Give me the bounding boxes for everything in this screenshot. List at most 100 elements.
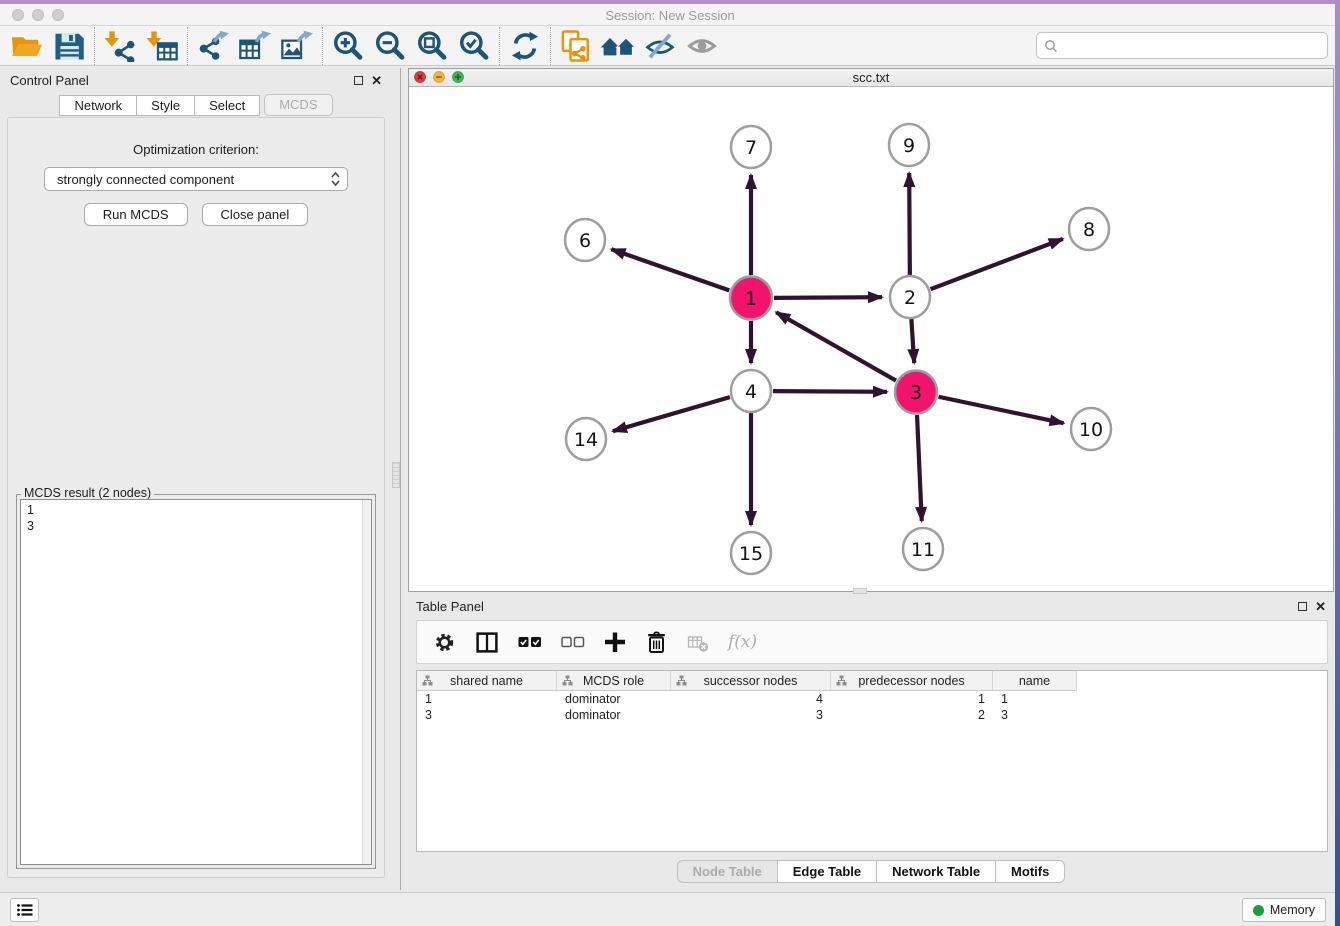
deselect-all-columns-button[interactable] (561, 636, 585, 648)
mcds-result-textarea[interactable]: 1 3 (20, 499, 372, 865)
cell-shared-name[interactable]: 3 (417, 707, 557, 723)
vertical-splitter-grip[interactable] (392, 462, 400, 488)
tab-style[interactable]: Style (137, 95, 195, 116)
graph-edge-4-14[interactable] (613, 397, 730, 431)
save-session-button[interactable] (48, 28, 90, 64)
svg-text:14: 14 (574, 429, 598, 451)
cell-predecessor-nodes[interactable]: 1 (831, 691, 993, 707)
graph-edge-4-3[interactable] (773, 391, 887, 392)
cell-name[interactable]: 3 (993, 707, 1077, 723)
search-input[interactable] (1059, 35, 1327, 57)
import-table-button[interactable] (141, 28, 183, 64)
export-image-button[interactable] (276, 28, 318, 64)
zoom-in-icon (331, 30, 365, 62)
window-title: Session: New Session (0, 8, 1340, 23)
column-header-mcds-role[interactable]: MCDS role (557, 671, 671, 691)
tab-node-table[interactable]: Node Table (677, 860, 778, 883)
zoom-in-button[interactable] (327, 28, 369, 64)
tab-select[interactable]: Select (195, 95, 260, 116)
refresh-button[interactable] (504, 28, 546, 64)
import-network-button[interactable] (99, 28, 141, 64)
table-tabs: Node Table Edge Table Network Table Moti… (408, 860, 1334, 883)
close-panel-icon[interactable]: ✕ (371, 76, 382, 85)
float-table-panel-icon[interactable] (1298, 602, 1307, 611)
run-mcds-button[interactable]: Run MCDS (84, 203, 188, 226)
memory-button[interactable]: Memory (1242, 898, 1326, 922)
first-neighbors-button[interactable] (597, 28, 639, 64)
graph-edge-1-2[interactable] (774, 297, 882, 298)
tab-network[interactable]: Network (59, 95, 137, 116)
tab-mcds[interactable]: MCDS (264, 94, 332, 116)
zoom-selected-button[interactable] (453, 28, 495, 64)
export-table-icon (237, 30, 273, 62)
graph-node-3[interactable]: 3 (895, 371, 937, 414)
cell-mcds-role[interactable]: dominator (557, 691, 671, 707)
node-table[interactable]: shared name MCDS role successor nodes pr… (416, 670, 1328, 852)
node-table-header: shared name MCDS role successor nodes pr… (417, 671, 1327, 691)
vertical-splitter[interactable] (400, 68, 401, 890)
tab-network-table[interactable]: Network Table (877, 860, 996, 883)
result-scrollbar[interactable] (362, 500, 371, 864)
graph-edge-3-11[interactable] (917, 415, 922, 521)
close-table-panel-icon[interactable]: ✕ (1315, 602, 1326, 611)
open-session-button[interactable] (6, 28, 48, 64)
column-header-name[interactable]: name (993, 671, 1077, 691)
graph-node-4[interactable]: 4 (731, 370, 771, 412)
network-canvas[interactable]: 7 9 6 8 1 2 4 3 14 10 15 11 (409, 87, 1333, 591)
graph-node-8[interactable]: 8 (1069, 208, 1109, 250)
zoom-fit-button[interactable] (411, 28, 453, 64)
cell-predecessor-nodes[interactable]: 2 (831, 707, 993, 723)
checked-boxes-icon (518, 636, 542, 648)
graph-node-14[interactable]: 14 (566, 418, 606, 460)
close-panel-button[interactable]: Close panel (202, 203, 309, 226)
optimization-criterion-select[interactable]: strongly connected component (44, 167, 348, 191)
float-panel-icon[interactable] (354, 76, 363, 85)
cell-successor-nodes[interactable]: 3 (671, 707, 831, 723)
hide-selected-button[interactable] (639, 28, 681, 64)
graph-edge-2-8[interactable] (931, 239, 1063, 289)
create-column-button[interactable] (604, 631, 626, 653)
network-window-titlebar[interactable]: scc.txt (409, 69, 1333, 87)
graph-node-11[interactable]: 11 (903, 528, 943, 570)
toolbar-separator (499, 27, 500, 65)
svg-text:11: 11 (911, 539, 935, 561)
svg-text:3: 3 (910, 382, 922, 404)
delete-column-button[interactable] (645, 630, 668, 654)
export-table-button[interactable] (234, 28, 276, 64)
column-header-predecessor-nodes[interactable]: predecessor nodes (831, 671, 993, 691)
graph-edge-2-3[interactable] (911, 319, 914, 363)
window-titlebar: Session: New Session (0, 4, 1340, 26)
graph-node-7[interactable]: 7 (731, 126, 771, 168)
zoom-out-button[interactable] (369, 28, 411, 64)
show-all-button[interactable] (681, 28, 723, 64)
graph-edge-3-10[interactable] (939, 397, 1064, 423)
table-settings-button[interactable] (433, 631, 456, 654)
duplicate-network-button[interactable] (555, 28, 597, 64)
graph-edge-2-9[interactable] (909, 173, 910, 275)
column-header-successor-nodes[interactable]: successor nodes (671, 671, 831, 691)
select-all-columns-button[interactable] (518, 636, 542, 648)
graph-node-1[interactable]: 1 (730, 277, 772, 320)
tab-motifs[interactable]: Motifs (996, 860, 1065, 883)
svg-text:9: 9 (903, 135, 915, 157)
export-network-button[interactable] (192, 28, 234, 64)
column-header-shared-name[interactable]: shared name (417, 671, 557, 691)
graph-node-15[interactable]: 15 (731, 532, 771, 574)
table-row[interactable]: 1 dominator 4 1 1 (417, 691, 1327, 707)
cell-name[interactable]: 1 (993, 691, 1077, 707)
graph-node-6[interactable]: 6 (565, 219, 605, 261)
graph-node-10[interactable]: 10 (1071, 408, 1111, 450)
graph-edge-3-1[interactable] (776, 312, 896, 380)
cell-successor-nodes[interactable]: 4 (671, 691, 831, 707)
cell-mcds-role[interactable]: dominator (557, 707, 671, 723)
function-builder-button-disabled: f(x) (728, 632, 757, 652)
graph-node-9[interactable]: 9 (889, 124, 929, 166)
cell-shared-name[interactable]: 1 (417, 691, 557, 707)
graph-node-2[interactable]: 2 (890, 276, 930, 318)
tab-edge-table[interactable]: Edge Table (778, 860, 877, 883)
task-history-button[interactable] (10, 898, 39, 922)
table-row[interactable]: 3 dominator 3 2 3 (417, 707, 1327, 723)
toggle-panel-mode-button[interactable] (475, 631, 499, 654)
search-box[interactable] (1036, 32, 1328, 59)
graph-edge-1-6[interactable] (611, 249, 729, 290)
